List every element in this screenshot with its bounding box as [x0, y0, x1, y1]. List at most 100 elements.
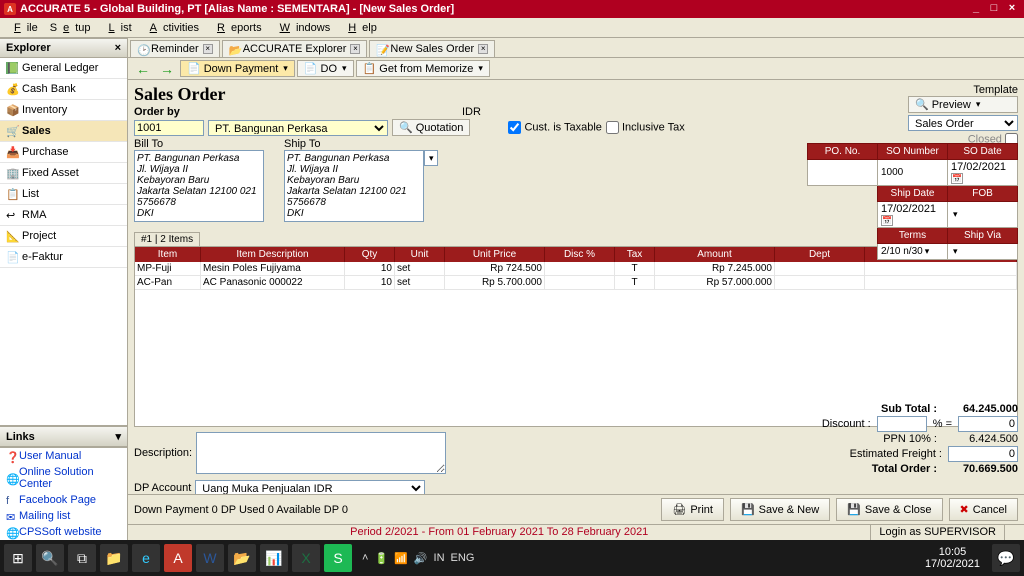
discount-input[interactable]	[877, 416, 927, 432]
menu-activities[interactable]: Activities	[138, 20, 205, 36]
edge-icon[interactable]: e	[132, 544, 160, 572]
menu-windows[interactable]: Windows	[268, 20, 337, 36]
col-desc[interactable]: Item Description	[201, 247, 345, 262]
links-collapse-icon[interactable]: ▾	[115, 430, 121, 443]
memorize-button[interactable]: 📋Get from Memorize	[356, 60, 490, 77]
menu-file[interactable]: File	[2, 20, 44, 36]
preview-button[interactable]: 🔍Preview	[908, 96, 1018, 113]
spotify-icon[interactable]: S	[324, 544, 352, 572]
calendar-icon[interactable]: 📅	[881, 215, 893, 226]
fob-select[interactable]	[948, 202, 1018, 228]
customer-name-select[interactable]: PT. Bangunan Perkasa	[208, 120, 388, 136]
volume-icon[interactable]: 🔊	[414, 552, 428, 565]
col-qty[interactable]: Qty	[345, 247, 395, 262]
explorer-close-icon[interactable]: ×	[115, 42, 121, 54]
col-item[interactable]: Item	[135, 247, 201, 262]
col-tax[interactable]: Tax	[615, 247, 655, 262]
link-mailing[interactable]: ✉Mailing list	[0, 508, 127, 524]
nav-back-icon[interactable]: ←	[132, 61, 154, 77]
dpaccount-select[interactable]: Uang Muka Penjualan IDR	[195, 480, 425, 494]
nav-purchase[interactable]: 📥Purchase	[0, 142, 127, 163]
link-user-manual[interactable]: ❓User Manual	[0, 448, 127, 464]
menu-list[interactable]: List	[97, 20, 138, 36]
quotation-button[interactable]: 🔍Quotation	[392, 119, 470, 136]
nav-list[interactable]: 📋List	[0, 184, 127, 205]
nav-cash-bank[interactable]: 💰Cash Bank	[0, 79, 127, 100]
nav-project[interactable]: 📐Project	[0, 226, 127, 247]
link-solution-center[interactable]: 🌐Online Solution Center	[0, 464, 127, 492]
nav-inventory[interactable]: 📦Inventory	[0, 100, 127, 121]
terms-select[interactable]: 2/10 n/30	[878, 244, 948, 260]
nav-sales[interactable]: 🛒Sales	[0, 121, 127, 142]
freight-input[interactable]	[948, 446, 1018, 462]
taskview-icon[interactable]: ⧉	[68, 544, 96, 572]
sheets-icon[interactable]: 📊	[260, 544, 288, 572]
save-new-button[interactable]: 💾Save & New	[730, 498, 830, 521]
menu-setup[interactable]: Setup	[44, 20, 97, 36]
print-button[interactable]: 🖨Print	[661, 498, 724, 521]
col-amount[interactable]: Amount	[655, 247, 775, 262]
chevron-up-icon[interactable]: ˄	[362, 552, 368, 564]
description-input[interactable]	[196, 432, 446, 474]
taxable-check[interactable]: Cust. is Taxable	[508, 121, 602, 134]
col-disc[interactable]: Disc %	[545, 247, 615, 262]
menu-reports[interactable]: Reports	[205, 20, 268, 36]
sodate-input[interactable]: 17/02/2021 📅	[948, 160, 1018, 186]
inclusive-check[interactable]: Inclusive Tax	[606, 121, 685, 134]
close-button[interactable]: ×	[1004, 2, 1020, 16]
minimize-button[interactable]: _	[968, 2, 984, 16]
nav-general-ledger[interactable]: 📗General Ledger	[0, 58, 127, 79]
cancel-button[interactable]: ✖Cancel	[949, 498, 1018, 521]
battery-icon[interactable]: 🔋	[374, 552, 388, 565]
tab-close-icon[interactable]: ×	[350, 44, 360, 54]
link-cpssoft[interactable]: 🌐CPSSoft website	[0, 524, 127, 540]
tab-reminder[interactable]: 🕑Reminder×	[130, 40, 220, 57]
lang2[interactable]: ENG	[451, 552, 475, 564]
word-icon[interactable]: W	[196, 544, 224, 572]
customer-code-input[interactable]	[134, 120, 204, 136]
shipvia-select[interactable]	[948, 244, 1018, 260]
template-select[interactable]: Sales Order	[908, 115, 1018, 131]
subtotal-value: 64.245.000	[943, 403, 1018, 415]
system-tray[interactable]: ˄ 🔋 📶 🔊 IN ENG	[356, 552, 480, 565]
tab-close-icon[interactable]: ×	[203, 44, 213, 54]
shipdate-input[interactable]: 17/02/2021 📅	[878, 202, 948, 228]
clock[interactable]: 10:0517/02/2021	[917, 546, 988, 570]
table-row[interactable]: AC-PanAC Panasonic 00002210setRp 5.700.0…	[135, 276, 1017, 290]
calendar-icon[interactable]: 📅	[951, 173, 963, 184]
nav-rma[interactable]: ↩RMA	[0, 205, 127, 226]
menu-help[interactable]: Help	[336, 20, 383, 36]
subtotal-label: Sub Total :	[837, 403, 937, 415]
start-button[interactable]: ⊞	[4, 544, 32, 572]
table-row[interactable]: MP-FujiMesin Poles Fujiyama10setRp 724.5…	[135, 262, 1017, 276]
tab-close-icon[interactable]: ×	[478, 44, 488, 54]
wifi-icon[interactable]: 📶	[394, 552, 408, 565]
tab-explorer[interactable]: 📂ACCURATE Explorer×	[222, 40, 368, 57]
maximize-button[interactable]: □	[986, 2, 1002, 16]
sono-input[interactable]: 1000	[878, 160, 948, 186]
shipto-dropdown-icon[interactable]	[424, 150, 438, 166]
nav-efaktur[interactable]: 📄e-Faktur	[0, 247, 127, 268]
excel-icon[interactable]: X	[292, 544, 320, 572]
down-payment-button[interactable]: 📄Down Payment	[180, 60, 295, 77]
do-button[interactable]: 📄DO	[297, 60, 354, 77]
nav-fwd-icon[interactable]: →	[156, 61, 178, 77]
discount-amt-input[interactable]	[958, 416, 1018, 432]
item-count-tab[interactable]: #1 | 2 Items	[134, 232, 200, 246]
shipto-box[interactable]: PT. Bangunan Perkasa Jl. Wijaya II Kebay…	[284, 150, 424, 222]
project-icon: 📐	[6, 230, 18, 242]
nav-fixed-asset[interactable]: 🏢Fixed Asset	[0, 163, 127, 184]
col-price[interactable]: Unit Price	[445, 247, 545, 262]
po-input[interactable]	[808, 160, 878, 186]
notifications-icon[interactable]: 💬	[992, 544, 1020, 572]
folder-icon[interactable]: 📂	[228, 544, 256, 572]
explorer-icon[interactable]: 📁	[100, 544, 128, 572]
tab-new-so[interactable]: 📝New Sales Order×	[369, 40, 495, 57]
save-close-button[interactable]: 💾Save & Close	[836, 498, 942, 521]
search-icon[interactable]: 🔍	[36, 544, 64, 572]
billto-box[interactable]: PT. Bangunan Perkasa Jl. Wijaya II Kebay…	[134, 150, 264, 222]
accurate-icon[interactable]: A	[164, 544, 192, 572]
lang1[interactable]: IN	[434, 552, 445, 564]
col-unit[interactable]: Unit	[395, 247, 445, 262]
link-facebook[interactable]: fFacebook Page	[0, 492, 127, 508]
